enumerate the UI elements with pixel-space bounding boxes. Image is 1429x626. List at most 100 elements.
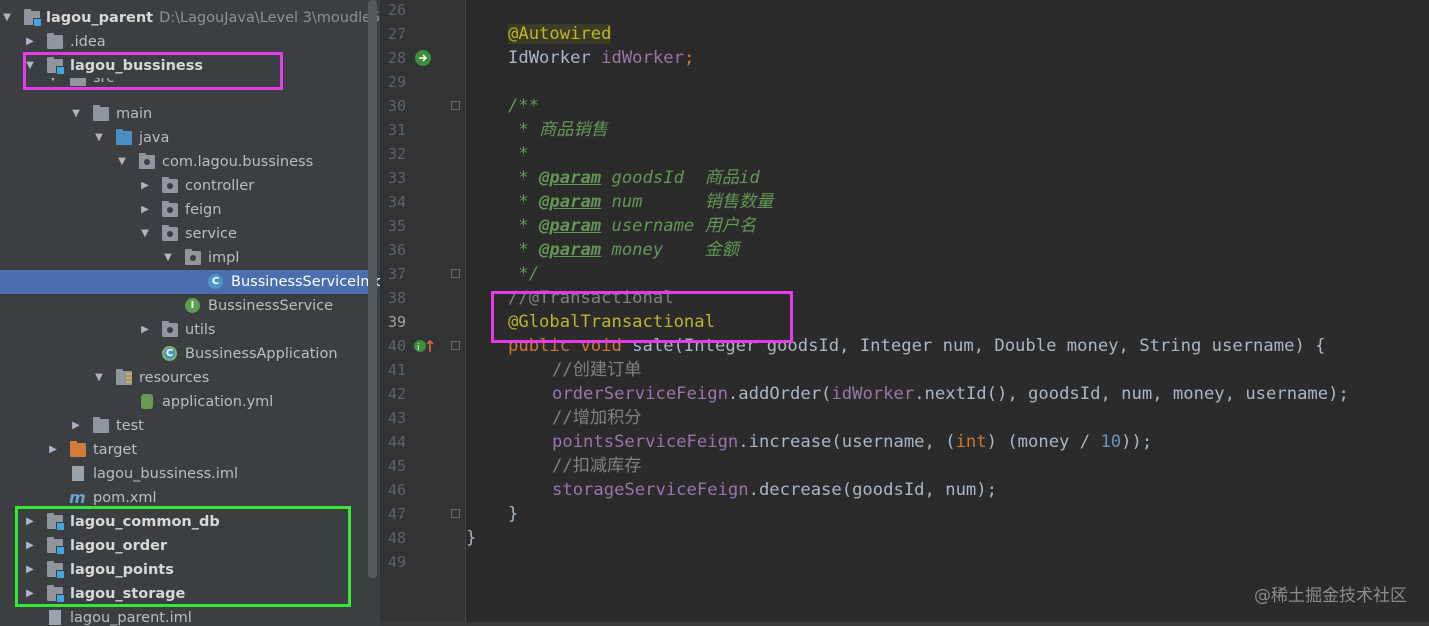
tree-item-label: .idea bbox=[70, 34, 106, 50]
line-number: 32 bbox=[387, 145, 406, 163]
tree-item-label: com.lagou.bussiness bbox=[162, 154, 314, 170]
tree-item-label: lagou_parent.iml bbox=[70, 610, 192, 626]
line-number: 46 bbox=[387, 481, 406, 499]
collapse-arrow-icon[interactable]: ▶ bbox=[139, 198, 151, 222]
tree-item-label: lagou_bussiness.iml bbox=[93, 466, 238, 482]
line-number: 30 bbox=[387, 97, 406, 115]
code-line-46: storageServiceFeign.decrease(goodsId, nu… bbox=[552, 480, 997, 500]
tree-item-parent-iml[interactable]: lagou_parent.iml bbox=[0, 606, 370, 626]
tree-item-label: main bbox=[116, 106, 153, 122]
tree-item-java[interactable]: ▼ java bbox=[0, 126, 370, 150]
maven-icon: m bbox=[69, 488, 86, 507]
tree-item-label: resources bbox=[139, 370, 210, 386]
watermark: @稀土掘金技术社区 bbox=[1254, 586, 1407, 606]
module-folder-icon bbox=[24, 9, 42, 27]
expand-arrow-icon[interactable]: ▼ bbox=[93, 366, 105, 390]
collapse-arrow-icon[interactable]: ▶ bbox=[24, 30, 36, 54]
code-line-28: IdWorker idWorker; bbox=[508, 48, 695, 68]
collapse-arrow-icon[interactable]: ▶ bbox=[47, 438, 59, 462]
line-number: 38 bbox=[387, 289, 406, 307]
line-number: 28 bbox=[387, 49, 406, 67]
expand-arrow-icon[interactable]: ▼ bbox=[116, 150, 128, 174]
svg-text:i: i bbox=[417, 343, 420, 353]
collapse-arrow-icon[interactable]: ▶ bbox=[70, 414, 82, 438]
line-number: 29 bbox=[387, 73, 406, 91]
tree-item-label: BussinessServiceImpl bbox=[231, 274, 380, 290]
tree-root-path: D:\LagouJava\Level 3\moudle5\sea bbox=[159, 10, 380, 26]
tree-item-bussiness-application[interactable]: C BussinessApplication bbox=[0, 342, 370, 366]
line-number: 45 bbox=[387, 457, 406, 475]
fold-marker-icon[interactable] bbox=[451, 341, 460, 350]
tree-item-bussiness-iml[interactable]: lagou_bussiness.iml bbox=[0, 462, 370, 486]
expand-arrow-icon[interactable]: ▼ bbox=[139, 222, 151, 246]
code-line-37: */ bbox=[508, 264, 540, 284]
tree-item-package[interactable]: ▼ com.lagou.bussiness bbox=[0, 150, 370, 174]
autowired-bean-icon[interactable] bbox=[414, 49, 432, 67]
expand-arrow-icon[interactable]: ▼ bbox=[1, 6, 13, 30]
tree-item-bussiness-service[interactable]: I BussinessService bbox=[0, 294, 370, 318]
editor-horizontal-scrollbar[interactable] bbox=[380, 622, 1429, 626]
package-icon bbox=[162, 201, 178, 217]
excluded-folder-icon bbox=[70, 441, 86, 457]
tree-item-bussiness-service-impl[interactable]: C BussinessServiceImpl bbox=[0, 270, 380, 294]
line-number: 27 bbox=[387, 25, 406, 43]
highlight-box-bussiness-module bbox=[23, 52, 283, 90]
tree-item-idea[interactable]: ▶ .idea bbox=[0, 30, 370, 54]
tree-item-impl[interactable]: ▼ impl bbox=[0, 246, 370, 270]
expand-arrow-icon[interactable]: ▼ bbox=[70, 102, 82, 126]
tree-item-label: application.yml bbox=[162, 394, 274, 410]
line-number: 26 bbox=[387, 1, 406, 19]
spring-boot-class-icon: C bbox=[162, 346, 177, 361]
tree-item-target[interactable]: ▶ target bbox=[0, 438, 370, 462]
folder-icon bbox=[93, 417, 109, 433]
tree-item-resources[interactable]: ▼ resources bbox=[0, 366, 370, 390]
line-number: 40 bbox=[387, 337, 406, 355]
tree-item-label: target bbox=[93, 442, 138, 458]
tree-item-feign[interactable]: ▶ feign bbox=[0, 198, 370, 222]
tree-item-application-yml[interactable]: application.yml bbox=[0, 390, 370, 414]
tree-root[interactable]: ▼ lagou_parent D:\LagouJava\Level 3\moudl… bbox=[0, 6, 380, 30]
iml-file-icon bbox=[49, 610, 61, 625]
folder-icon bbox=[47, 33, 63, 49]
tree-item-test[interactable]: ▶ test bbox=[0, 414, 370, 438]
tree-item-label: utils bbox=[185, 322, 216, 338]
code-line-34: * @param num 销售数量 bbox=[508, 192, 774, 212]
iml-file-icon bbox=[72, 466, 84, 481]
highlight-box-global-transactional bbox=[491, 291, 793, 343]
code-line-44: pointsServiceFeign.increase(username, (i… bbox=[552, 432, 1153, 452]
tree-item-main[interactable]: ▼ main bbox=[0, 102, 370, 126]
tree-item-label: BussinessApplication bbox=[185, 346, 338, 362]
package-icon bbox=[162, 225, 178, 241]
interface-icon: I bbox=[185, 298, 200, 313]
fold-marker-icon[interactable] bbox=[451, 101, 460, 110]
line-number: 43 bbox=[387, 409, 406, 427]
collapse-arrow-icon[interactable]: ▶ bbox=[139, 174, 151, 198]
code-line-30: /** bbox=[508, 96, 540, 116]
expand-arrow-icon[interactable]: ▼ bbox=[162, 246, 174, 270]
collapse-arrow-icon[interactable]: ▶ bbox=[139, 318, 151, 342]
tree-item-label: controller bbox=[185, 178, 255, 194]
line-number: 37 bbox=[387, 265, 406, 283]
implementing-method-icon[interactable]: i bbox=[413, 337, 435, 355]
code-line-32: * bbox=[508, 144, 529, 164]
line-number: 48 bbox=[387, 529, 406, 547]
tree-item-label: BussinessService bbox=[208, 298, 334, 314]
fold-marker-icon[interactable] bbox=[451, 509, 460, 518]
expand-arrow-icon[interactable]: ▼ bbox=[93, 126, 105, 150]
code-line-33: * @param goodsId 商品id bbox=[508, 168, 760, 188]
fold-marker-icon[interactable] bbox=[451, 269, 460, 278]
tree-item-utils[interactable]: ▶ utils bbox=[0, 318, 370, 342]
tree-item-controller[interactable]: ▶ controller bbox=[0, 174, 370, 198]
class-icon: C bbox=[208, 274, 223, 289]
line-number: 47 bbox=[387, 505, 406, 523]
package-icon bbox=[139, 153, 155, 169]
tree-item-service[interactable]: ▼ service bbox=[0, 222, 370, 246]
annotation-autowired: @Autowired bbox=[508, 24, 612, 44]
tree-item-label: java bbox=[139, 130, 170, 146]
code-line-43: //增加积分 bbox=[552, 408, 642, 428]
folder-icon bbox=[93, 105, 109, 121]
line-number: 36 bbox=[387, 241, 406, 259]
line-number: 42 bbox=[387, 385, 406, 403]
resources-folder-icon bbox=[116, 369, 132, 385]
code-line-36: * @param money 金额 bbox=[508, 240, 739, 260]
